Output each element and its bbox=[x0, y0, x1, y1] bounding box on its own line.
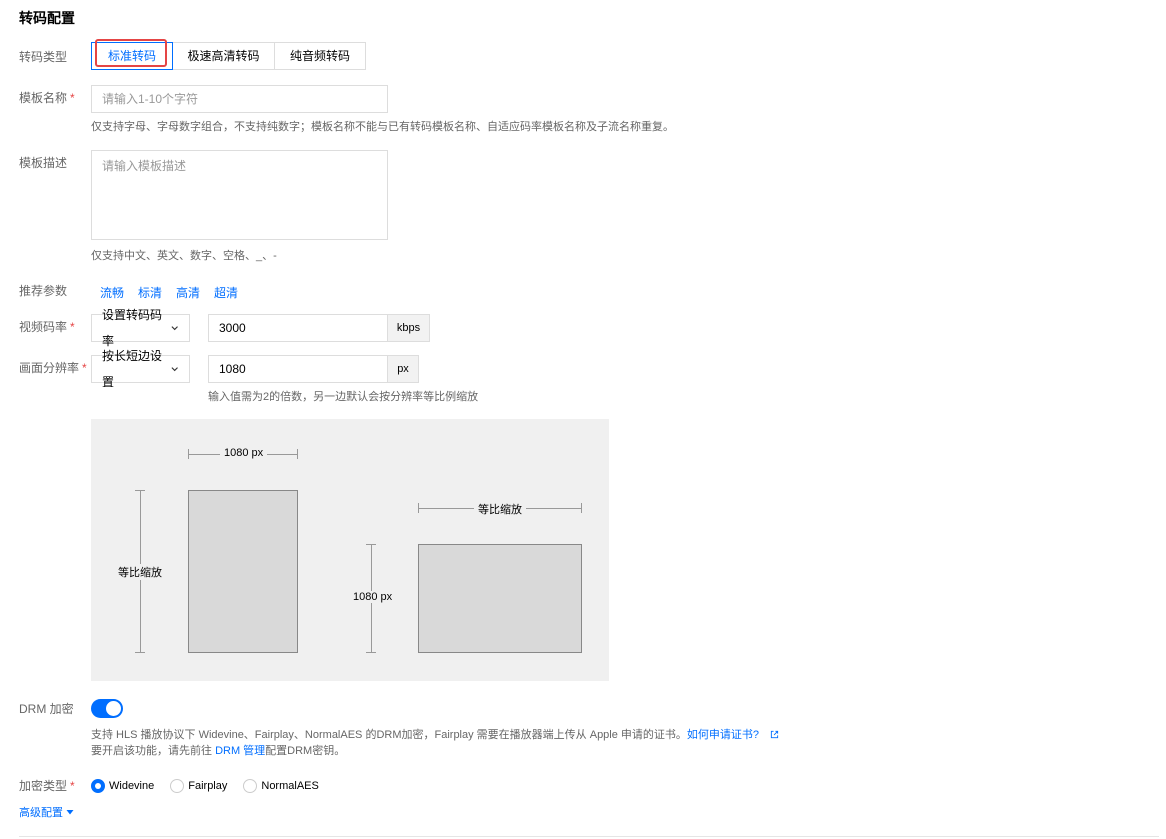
external-link-icon[interactable] bbox=[770, 730, 779, 739]
landscape-rect bbox=[418, 544, 582, 653]
toggle-knob bbox=[106, 701, 121, 716]
bitrate-input[interactable]: 3000 bbox=[208, 314, 388, 342]
right-height-tick-start bbox=[366, 544, 376, 545]
right-height-label: 1080 px bbox=[349, 591, 397, 603]
right-height-tick-end bbox=[366, 652, 376, 653]
resolution-mode-select[interactable]: 按长短边设置 bbox=[91, 349, 190, 389]
advanced-config-toggle[interactable]: 高级配置 bbox=[19, 804, 74, 820]
chevron-down-icon bbox=[171, 326, 178, 331]
recommend-options: 流畅 标清 高清 超清 bbox=[100, 284, 238, 301]
transcode-type-audio[interactable]: 纯音频转码 bbox=[275, 43, 365, 69]
left-height-label: 等比缩放 bbox=[114, 564, 166, 580]
template-name-label: 模板名称 * bbox=[19, 91, 75, 105]
drm-manage-link[interactable]: DRM 管理 bbox=[215, 745, 265, 757]
drm-desc-line2: 要开启该功能，请先前往 DRM 管理配置DRM密钥。 bbox=[91, 745, 346, 757]
left-height-tick-start bbox=[135, 490, 145, 491]
video-bitrate-label: 视频码率 * bbox=[19, 320, 75, 334]
radio-normalaes[interactable]: NormalAES bbox=[243, 778, 319, 793]
divider bbox=[19, 836, 1159, 837]
template-name-input[interactable]: 请输入1-10个字符 bbox=[91, 85, 388, 113]
recommend-sd[interactable]: 标清 bbox=[138, 284, 162, 301]
bitrate-mode-select[interactable]: 设置转码码率 bbox=[91, 308, 190, 348]
right-width-tick-start bbox=[418, 503, 419, 513]
drm-desc-line1: 支持 HLS 播放协议下 Widevine、Fairplay、NormalAES… bbox=[91, 728, 779, 742]
caret-down-icon bbox=[66, 810, 74, 815]
right-width-tick-end bbox=[581, 503, 582, 513]
template-desc-hint: 仅支持中文、英文、数字、空格、_、- bbox=[91, 250, 277, 262]
drm-label: DRM 加密 bbox=[19, 702, 74, 716]
radio-indicator bbox=[243, 778, 258, 793]
recommend-label: 推荐参数 bbox=[19, 284, 68, 298]
left-width-label: 1080 px bbox=[220, 447, 268, 459]
right-width-label: 等比缩放 bbox=[474, 501, 526, 517]
left-height-tick-end bbox=[135, 652, 145, 653]
resolution-input[interactable]: 1080 bbox=[208, 355, 388, 383]
encrypt-type-label: 加密类型 * bbox=[19, 779, 75, 793]
recommend-smooth[interactable]: 流畅 bbox=[100, 284, 124, 301]
radio-fairplay[interactable]: Fairplay bbox=[170, 778, 227, 793]
radio-label-normalaes: NormalAES bbox=[261, 779, 319, 792]
resolution-diagram: 1080 px 等比缩放 等比缩放 1080 px bbox=[91, 419, 609, 681]
chevron-down-icon bbox=[171, 367, 178, 372]
resolution-mode-value: 按长短边设置 bbox=[102, 349, 163, 389]
drm-toggle[interactable] bbox=[91, 699, 123, 718]
radio-label-widevine: Widevine bbox=[109, 779, 155, 792]
resolution-label: 画面分辨率 * bbox=[19, 361, 87, 375]
template-desc-label: 模板描述 bbox=[19, 156, 68, 170]
recommend-uhd[interactable]: 超清 bbox=[214, 284, 238, 301]
portrait-rect bbox=[188, 490, 298, 653]
section-title: 转码配置 bbox=[19, 10, 75, 26]
advanced-config-label: 高级配置 bbox=[19, 807, 63, 819]
encrypt-type-radios: Widevine Fairplay NormalAES bbox=[91, 778, 319, 793]
radio-indicator bbox=[91, 778, 105, 793]
recommend-hd[interactable]: 高清 bbox=[176, 284, 200, 301]
template-name-hint: 仅支持字母、字母数字组合，不支持纯数字；模板名称不能与已有转码模板名称、自适应码… bbox=[91, 121, 674, 133]
cert-link[interactable]: 如何申请证书? bbox=[687, 729, 759, 741]
highlight-annotation bbox=[95, 39, 167, 67]
resolution-hint: 输入值需为2的倍数，另一边默认会按分辨率等比例缩放 bbox=[208, 391, 479, 403]
radio-widevine[interactable]: Widevine bbox=[91, 778, 154, 793]
resolution-unit: px bbox=[388, 355, 419, 383]
left-width-tick-start bbox=[188, 449, 189, 459]
transcode-type-hd[interactable]: 极速高清转码 bbox=[173, 43, 275, 69]
radio-label-fairplay: Fairplay bbox=[188, 779, 228, 792]
left-width-tick-end bbox=[297, 449, 298, 459]
radio-indicator bbox=[170, 778, 185, 793]
transcode-type-label: 转码类型 bbox=[19, 50, 68, 64]
template-desc-textarea[interactable]: 请输入模板描述 bbox=[91, 150, 388, 240]
bitrate-unit: kbps bbox=[388, 314, 430, 342]
